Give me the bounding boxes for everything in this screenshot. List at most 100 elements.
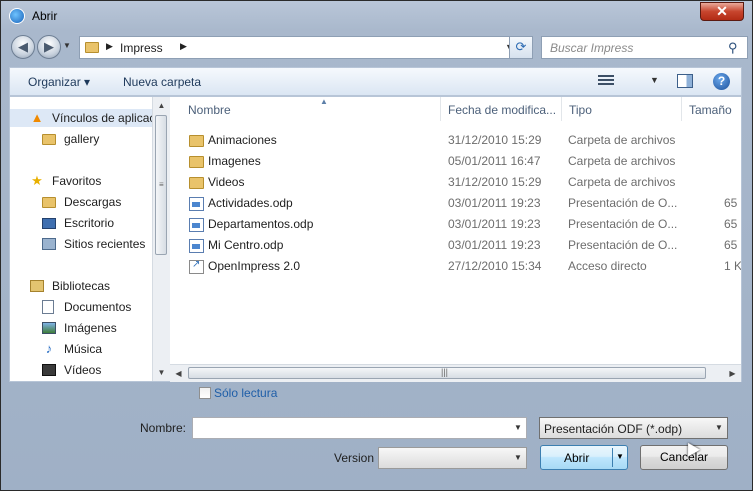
- recent-locations-dropdown-icon[interactable]: ▼: [63, 41, 71, 50]
- sidebar-item-label: Música: [64, 342, 103, 356]
- file-date: 03/01/2011 19:23: [448, 196, 541, 210]
- readonly-checkbox[interactable]: [199, 387, 211, 399]
- file-type: Presentación de O...: [568, 217, 678, 231]
- sidebar-item-videos[interactable]: Vídeos: [42, 361, 152, 379]
- folder-icon: [85, 42, 99, 53]
- column-header-label: Fecha de modifica...: [448, 103, 557, 117]
- chevron-down-icon: ▼: [715, 423, 723, 432]
- forward-button[interactable]: ▶: [37, 35, 61, 59]
- file-size: 65 K: [724, 238, 741, 252]
- folder-icon: [189, 135, 204, 147]
- file-name: Animaciones: [208, 133, 277, 147]
- column-header-label: Tipo: [569, 103, 592, 117]
- organizar-menu[interactable]: Organizar ▾: [28, 75, 90, 89]
- folder-icon: [42, 134, 56, 145]
- file-type: Carpeta de archivos: [568, 154, 676, 168]
- sidebar-item-documentos[interactable]: Documentos: [42, 298, 152, 316]
- breadcrumb-impress[interactable]: Impress: [120, 41, 163, 55]
- odp-file-icon: [189, 218, 204, 232]
- column-header-tipo[interactable]: Tipo: [563, 97, 682, 121]
- odp-file-icon: [189, 239, 204, 253]
- view-dropdown-icon[interactable]: ▼: [650, 75, 659, 85]
- file-date: 03/01/2011 19:23: [448, 217, 541, 231]
- horizontal-scrollbar[interactable]: ◀ ||| ▶: [170, 364, 741, 382]
- table-row[interactable]: Videos 31/12/2010 15:29 Carpeta de archi…: [170, 172, 741, 193]
- column-header-nombre[interactable]: Nombre ▲: [182, 97, 441, 121]
- sidebar-item-imagenes[interactable]: Imágenes: [42, 319, 152, 337]
- file-name: Mi Centro.odp: [208, 238, 284, 252]
- file-name: Videos: [208, 175, 245, 189]
- help-icon[interactable]: ?: [713, 73, 730, 90]
- view-options-icon[interactable]: [598, 75, 614, 87]
- desktop-icon: [42, 218, 56, 229]
- filetype-select[interactable]: Presentación ODF (*.odp) ▼: [539, 417, 728, 439]
- search-box[interactable]: Buscar Impress ⚲: [541, 36, 748, 59]
- column-header-tamano[interactable]: Tamaño: [683, 97, 741, 121]
- filename-dropdown-icon[interactable]: ▼: [514, 423, 522, 432]
- scroll-left-icon[interactable]: ◀: [170, 365, 187, 382]
- file-name: Imagenes: [208, 154, 261, 168]
- sidebar-item-escritorio[interactable]: Escritorio: [42, 214, 152, 232]
- new-folder-button[interactable]: Nueva carpeta: [123, 75, 201, 89]
- column-header-fecha[interactable]: Fecha de modifica...: [442, 97, 562, 121]
- open-button[interactable]: Abrir ▼: [540, 445, 628, 470]
- window-title: Abrir: [32, 9, 58, 23]
- scroll-right-icon[interactable]: ▶: [724, 365, 741, 382]
- sidebar-item-label: Sitios recientes: [64, 237, 146, 251]
- scrollbar-thumb[interactable]: ≡: [155, 115, 167, 255]
- close-button[interactable]: ✕: [700, 2, 744, 21]
- navigation-bar: ◀ ▶ ▼ ▶ Impress ▶ ▼ ⟳ Buscar Impress ⚲: [9, 35, 748, 61]
- sidebar-item-sitios-recientes[interactable]: Sitios recientes: [42, 235, 152, 253]
- navigation-scrollbar[interactable]: ▲ ≡ ▼: [152, 97, 170, 381]
- sidebar-item-gallery[interactable]: gallery: [42, 130, 152, 148]
- sidebar-item-label: Escritorio: [64, 216, 115, 230]
- table-row[interactable]: Mi Centro.odp 03/01/2011 19:23 Presentac…: [170, 235, 741, 256]
- table-row[interactable]: OpenImpress 2.0 27/12/2010 15:34 Acceso …: [170, 256, 741, 277]
- file-type: Presentación de O...: [568, 196, 678, 210]
- table-row[interactable]: Imagenes 05/01/2011 16:47 Carpeta de arc…: [170, 151, 741, 172]
- open-dialog: Abrir ✕ ◀ ▶ ▼ ▶ Impress ▶ ▼ ⟳ Buscar Imp…: [0, 0, 753, 491]
- table-row[interactable]: Departamentos.odp 03/01/2011 19:23 Prese…: [170, 214, 741, 235]
- back-button[interactable]: ◀: [11, 35, 35, 59]
- readonly-label[interactable]: Sólo lectura: [214, 386, 277, 400]
- forward-arrow-icon: ▶: [44, 39, 54, 54]
- file-date: 27/12/2010 15:34: [448, 259, 542, 273]
- back-arrow-icon: ◀: [18, 39, 28, 54]
- table-row[interactable]: Animaciones 31/12/2010 15:29 Carpeta de …: [170, 130, 741, 151]
- search-input[interactable]: Buscar Impress: [550, 41, 633, 55]
- breadcrumb-arrow-icon[interactable]: ▶: [106, 41, 113, 52]
- pictures-icon: [42, 322, 56, 334]
- sidebar-item-bibliotecas[interactable]: Bibliotecas: [30, 277, 152, 295]
- scroll-up-icon[interactable]: ▲: [153, 97, 170, 114]
- search-icon[interactable]: ⚲: [728, 40, 738, 56]
- folder-icon: [189, 156, 204, 168]
- vlc-cone-icon: ▲: [30, 110, 44, 125]
- breadcrumb-arrow-icon[interactable]: ▶: [180, 41, 187, 52]
- address-bar[interactable]: ▶ Impress ▶ ▼: [79, 36, 526, 59]
- app-icon: [9, 8, 25, 24]
- sidebar-item-musica[interactable]: ♪ Música: [42, 340, 152, 358]
- sidebar-item-vinculos[interactable]: ▲ Vínculos de aplicac: [10, 109, 153, 127]
- filename-input[interactable]: ▼: [192, 417, 527, 439]
- videos-icon: [42, 364, 56, 376]
- split-divider: [612, 448, 613, 467]
- sidebar-item-label: Documentos: [64, 300, 132, 314]
- sort-ascending-icon: ▲: [320, 97, 328, 106]
- table-row[interactable]: Actividades.odp 03/01/2011 19:23 Present…: [170, 193, 741, 214]
- scroll-down-icon[interactable]: ▼: [153, 364, 170, 381]
- sidebar-item-descargas[interactable]: Descargas: [42, 193, 152, 211]
- preview-pane-icon[interactable]: [677, 74, 693, 88]
- command-bar: Organizar ▾ Nueva carpeta ▼ ?: [9, 67, 742, 96]
- file-type: Carpeta de archivos: [568, 133, 676, 147]
- file-type: Presentación de O...: [568, 238, 678, 252]
- file-name: Departamentos.odp: [208, 217, 314, 231]
- open-options-dropdown-icon[interactable]: ▼: [616, 452, 624, 461]
- file-date: 03/01/2011 19:23: [448, 238, 541, 252]
- scrollbar-thumb[interactable]: |||: [188, 367, 706, 379]
- version-select[interactable]: ▼: [378, 447, 527, 469]
- sidebar-item-label: Descargas: [64, 195, 122, 209]
- sidebar-item-favoritos[interactable]: ★ Favoritos: [30, 172, 152, 190]
- libraries-icon: [30, 280, 44, 292]
- folder-icon: [189, 177, 204, 189]
- refresh-button[interactable]: ⟳: [509, 36, 533, 59]
